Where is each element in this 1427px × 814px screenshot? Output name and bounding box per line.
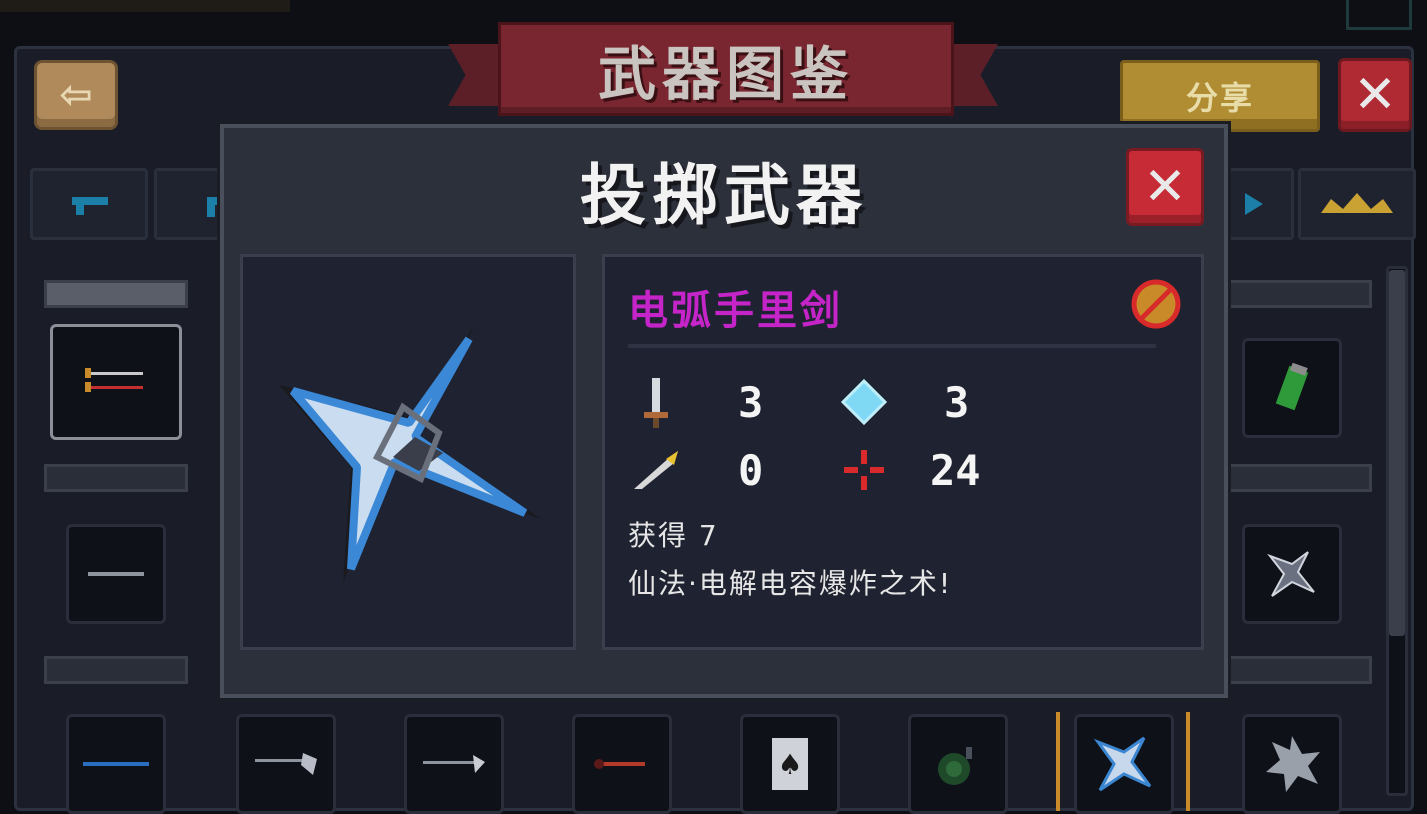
- weapon-slot[interactable]: [1242, 524, 1342, 624]
- title-banner: 武器图鉴: [448, 18, 998, 123]
- svg-text:♠: ♠: [777, 748, 802, 781]
- blue-spear-icon: [83, 762, 149, 766]
- sawblade-icon: [1266, 736, 1320, 792]
- sword-icon: [628, 374, 684, 430]
- scrollbar-thumb[interactable]: [1389, 270, 1405, 636]
- weapon-slot[interactable]: [1242, 338, 1342, 438]
- spade-card-icon: ♠: [772, 738, 808, 790]
- bomb-icon: [938, 747, 972, 785]
- shelf-header: [1228, 464, 1372, 492]
- close-icon: ✕: [1353, 65, 1397, 125]
- shelf-header: [1228, 280, 1372, 308]
- share-label: 分享: [1185, 79, 1254, 117]
- corner-decoration: [1346, 0, 1412, 30]
- back-button[interactable]: ⇦: [34, 60, 118, 130]
- no-sale-icon: [1130, 278, 1182, 330]
- info-divider: [628, 344, 1156, 348]
- spread-value: 24: [930, 446, 981, 495]
- obtain-text: 获得 7: [628, 519, 719, 552]
- shuriken-icon: [1267, 551, 1315, 597]
- crown-icon: [1321, 193, 1393, 213]
- shelf-header: [1228, 656, 1372, 684]
- weapon-description: 仙法·电解电容爆炸之术!: [628, 567, 953, 600]
- close-icon: ✕: [1143, 157, 1187, 217]
- weapon-slot[interactable]: [572, 714, 672, 814]
- modal-close-button[interactable]: ✕: [1126, 148, 1204, 226]
- share-button[interactable]: 分享: [1120, 60, 1320, 132]
- weapon-name: 电弧手里剑: [628, 288, 843, 334]
- pistol-icon: [72, 197, 108, 215]
- shuriken-icon: [279, 325, 541, 583]
- weapon-slot[interactable]: [236, 714, 336, 814]
- weapon-slot[interactable]: ♠: [740, 714, 840, 814]
- axe-icon: [255, 753, 317, 775]
- energy-value: 3: [944, 378, 970, 427]
- red-dagger-icon: [594, 759, 645, 769]
- weapon-slot[interactable]: [66, 524, 166, 624]
- modal-title: 投掷武器: [580, 157, 868, 234]
- banner-body: 武器图鉴: [498, 22, 954, 116]
- codex-close-button[interactable]: ✕: [1338, 58, 1412, 132]
- weapon-image-panel: [240, 254, 576, 650]
- shelf-header: [44, 656, 188, 684]
- weapon-slot[interactable]: [1242, 714, 1342, 814]
- weapon-slot[interactable]: [66, 714, 166, 814]
- tab-pistol[interactable]: [30, 168, 148, 240]
- twin-blades-icon: [85, 368, 143, 392]
- top-strip: [0, 0, 290, 12]
- crystal-icon: [836, 374, 892, 430]
- weapon-slot[interactable]: [908, 714, 1008, 814]
- banner-title: 武器图鉴: [597, 40, 854, 108]
- crit-value: 0: [738, 446, 764, 495]
- damage-value: 3: [738, 378, 764, 427]
- crosshair-icon: [836, 442, 892, 498]
- tab-crown[interactable]: [1298, 168, 1416, 240]
- selected-slot-frame: [1056, 712, 1190, 811]
- knife-icon: [88, 572, 144, 576]
- weapon-slot[interactable]: [404, 714, 504, 814]
- halberd-icon: [423, 755, 485, 773]
- back-arrow-icon: ⇦: [59, 72, 93, 118]
- green-scroll-icon: [1275, 362, 1309, 411]
- shelf-header: [44, 280, 188, 308]
- weapon-slot[interactable]: [50, 324, 182, 440]
- shelf-header: [44, 464, 188, 492]
- feather-icon: [628, 442, 684, 498]
